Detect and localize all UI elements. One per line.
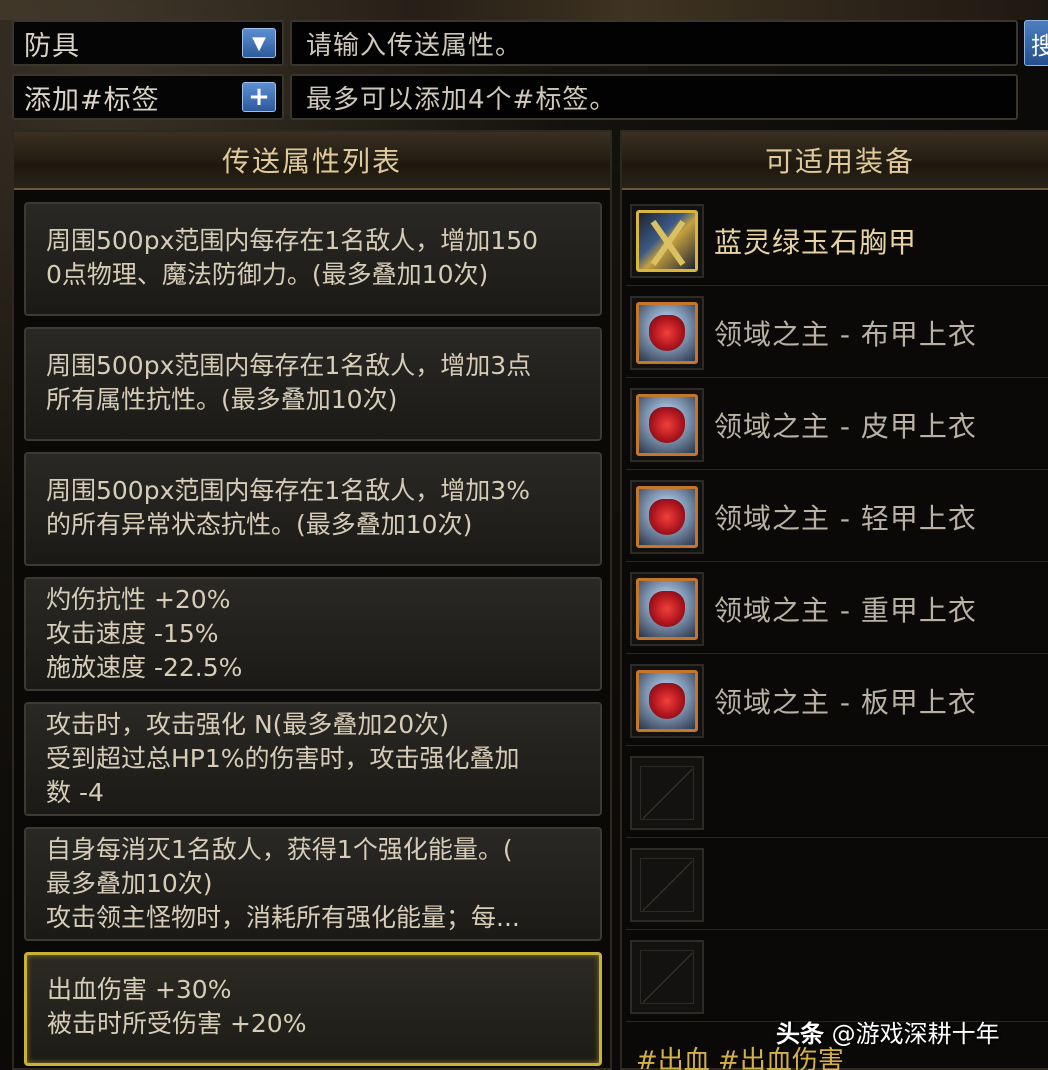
property-item[interactable]: 攻击时，攻击强化 N(最多叠加20次) 受到超过总HP1%的伤害时，攻击强化叠加… [24, 702, 602, 816]
property-line: 施放速度 -22.5% [46, 653, 243, 682]
equipment-name: 领域之主 - 重甲上衣 [714, 594, 977, 627]
equipment-name: 领域之主 - 布甲上衣 [714, 318, 977, 351]
gold-chest-armor-icon [636, 210, 698, 272]
red-chest-armor-icon [636, 578, 698, 640]
equipment-slot [630, 664, 704, 738]
chevron-down-icon[interactable]: ▼ [242, 28, 276, 58]
property-line: 受到超过总HP1%的伤害时，攻击强化叠加 [46, 744, 520, 773]
background-ornament [0, 0, 1048, 20]
watermark-platform: 头条 [776, 1020, 824, 1048]
property-line: 出血伤害 +30% [47, 975, 232, 1004]
property-line: 攻击速度 -15% [46, 619, 219, 648]
equipment-header: 可适用装备 [622, 132, 1048, 190]
empty-slot-icon [640, 858, 694, 912]
equipment-name: 蓝灵绿玉石胸甲 [714, 226, 918, 259]
equipment-panel: 可适用装备 蓝灵绿玉石胸甲 领域之主 - 布甲上衣 领域之主 - 皮甲上衣 领域… [620, 130, 1048, 1070]
search-button[interactable]: 搜 [1024, 20, 1048, 66]
equipment-slot [630, 388, 704, 462]
equipment-item-empty [626, 932, 1048, 1022]
equipment-item[interactable]: 领域之主 - 皮甲上衣 [626, 380, 1048, 470]
property-line: 被击时所受伤害 +20% [47, 1009, 307, 1038]
equipment-name: 领域之主 - 皮甲上衣 [714, 410, 977, 443]
property-item[interactable]: 自身每消灭1名敌人，获得1个强化能量。( 最多叠加10次) 攻击领主怪物时，消耗… [24, 827, 602, 941]
property-line: 所有属性抗性。(最多叠加10次) [46, 385, 398, 414]
property-line: 周围500px范围内每存在1名敌人，增加150 [46, 226, 539, 255]
equipment-name: 领域之主 - 板甲上衣 [714, 686, 977, 719]
equipment-slot [630, 296, 704, 370]
property-line: 最多叠加10次) [46, 869, 213, 898]
property-item[interactable]: 灼伤抗性 +20% 攻击速度 -15% 施放速度 -22.5% [24, 577, 602, 691]
red-chest-armor-icon [636, 670, 698, 732]
category-dropdown[interactable]: 防具 ▼ [12, 20, 284, 66]
category-label: 防具 [24, 30, 80, 62]
red-chest-armor-icon [636, 486, 698, 548]
red-chest-armor-icon [636, 302, 698, 364]
watermark: 头条 @游戏深耕十年 [776, 1014, 1000, 1049]
equipment-item[interactable]: 领域之主 - 布甲上衣 [626, 288, 1048, 378]
add-tag-control[interactable]: 添加#标签 + [12, 74, 284, 120]
equipment-slot [630, 940, 704, 1014]
equipment-slot [630, 756, 704, 830]
equipment-item-empty [626, 840, 1048, 930]
property-list-header: 传送属性列表 [14, 132, 610, 190]
watermark-author: @游戏深耕十年 [831, 1020, 1000, 1048]
property-line: 周围500px范围内每存在1名敌人，增加3点 [46, 351, 532, 380]
property-item-selected[interactable]: 出血伤害 +30% 被击时所受伤害 +20% [24, 952, 602, 1066]
property-list-panel: 传送属性列表 周围500px范围内每存在1名敌人，增加150 0点物理、魔法防御… [12, 130, 612, 1070]
property-line: 0点物理、魔法防御力。(最多叠加10次) [46, 260, 489, 289]
equipment-slot [630, 572, 704, 646]
tag-input[interactable]: 最多可以添加4个#标签。 [290, 74, 1018, 120]
equipment-slot [630, 480, 704, 554]
equipment-slot [630, 204, 704, 278]
property-line: 自身每消灭1名敌人，获得1个强化能量。( [46, 835, 513, 864]
red-chest-armor-icon [636, 394, 698, 456]
property-item[interactable]: 周围500px范围内每存在1名敌人，增加150 0点物理、魔法防御力。(最多叠加… [24, 202, 602, 316]
equipment-item-empty [626, 748, 1048, 838]
empty-slot-icon [640, 950, 694, 1004]
property-line: 攻击时，攻击强化 N(最多叠加20次) [46, 710, 449, 739]
plus-icon[interactable]: + [242, 82, 276, 112]
property-line: 攻击领主怪物时，消耗所有强化能量；每... [46, 903, 520, 932]
equipment-name: 领域之主 - 轻甲上衣 [714, 502, 977, 535]
property-item[interactable]: 周围500px范围内每存在1名敌人，增加3点 所有属性抗性。(最多叠加10次) [24, 327, 602, 441]
property-line: 周围500px范围内每存在1名敌人，增加3% [46, 476, 530, 505]
equipment-item[interactable]: 领域之主 - 板甲上衣 [626, 656, 1048, 746]
equipment-item[interactable]: 领域之主 - 重甲上衣 [626, 564, 1048, 654]
property-item[interactable]: 周围500px范围内每存在1名敌人，增加3% 的所有异常状态抗性。(最多叠加10… [24, 452, 602, 566]
empty-slot-icon [640, 766, 694, 820]
attribute-search-input[interactable]: 请输入传送属性。 [290, 20, 1018, 66]
add-tag-label: 添加#标签 [24, 84, 160, 116]
property-line: 数 -4 [46, 778, 104, 807]
equipment-slot [630, 848, 704, 922]
property-line: 灼伤抗性 +20% [46, 585, 231, 614]
equipment-item[interactable]: 蓝灵绿玉石胸甲 [626, 196, 1048, 286]
equipment-item[interactable]: 领域之主 - 轻甲上衣 [626, 472, 1048, 562]
property-line: 的所有异常状态抗性。(最多叠加10次) [46, 510, 473, 539]
